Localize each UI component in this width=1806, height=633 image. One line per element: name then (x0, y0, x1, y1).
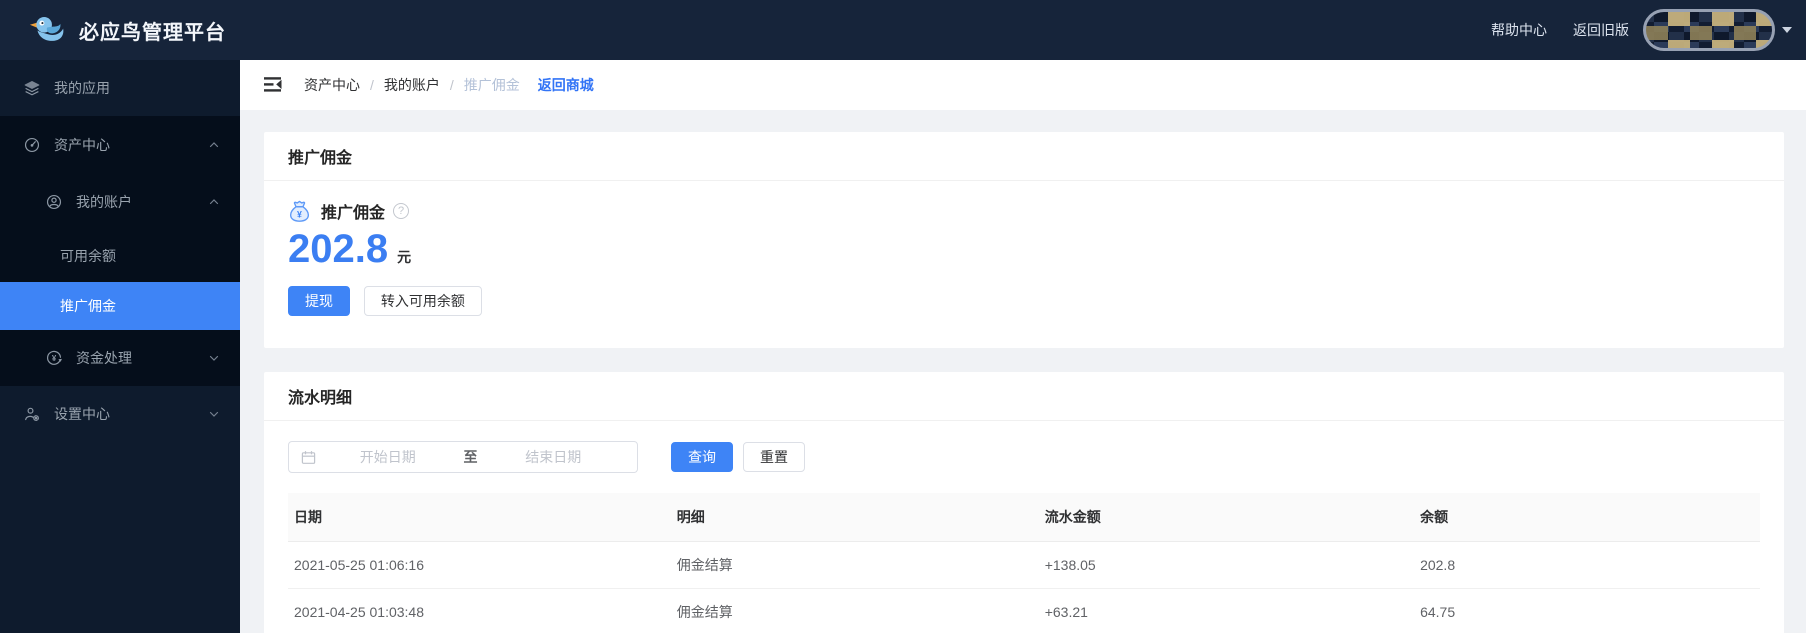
cell-flow-amount: +138.05 (1038, 541, 1415, 589)
user-gear-icon (22, 404, 42, 424)
user-circle-icon (44, 192, 64, 212)
sidebar-item-label: 设置中心 (54, 406, 110, 422)
flow-table: 日期 明细 流水金额 余额 2021-05-25 01:06:16 佣金结算 +… (288, 493, 1760, 633)
breadcrumb-separator: / (449, 77, 454, 93)
app-title: 必应鸟管理平台 (79, 21, 226, 44)
date-to-label: 至 (463, 449, 478, 465)
sidebar-item-label: 推广佣金 (60, 298, 116, 314)
page-content: 推广佣金 ¥ 推广佣金 ? 202.8 元 提现 转入可用余额 流水明细 开始日… (240, 110, 1806, 633)
back-to-old-link[interactable]: 返回旧版 (1573, 20, 1629, 40)
breadcrumb-asset-center[interactable]: 资产中心 (304, 75, 360, 95)
help-question-icon[interactable]: ? (393, 203, 410, 219)
svg-text:¥: ¥ (52, 354, 57, 363)
commission-unit: 元 (397, 249, 412, 265)
start-date-placeholder[interactable]: 开始日期 (316, 447, 460, 467)
sidebar-item-label: 我的应用 (54, 80, 110, 96)
money-bag-icon: ¥ (289, 200, 310, 222)
dashboard-icon (22, 135, 42, 155)
col-header-balance: 余额 (1414, 493, 1760, 542)
breadcrumb-my-account[interactable]: 我的账户 (384, 75, 440, 95)
chevron-down-icon (208, 352, 220, 364)
commission-panel-title: 推广佣金 (321, 205, 386, 222)
cell-balance: 64.75 (1414, 588, 1760, 633)
breadcrumb-separator: / (370, 77, 374, 93)
sidebar-item-my-apps[interactable]: 我的应用 (0, 60, 240, 116)
topbar-right: 帮助中心 返回旧版 (1465, 9, 1792, 51)
commission-card: 推广佣金 ¥ 推广佣金 ? 202.8 元 提现 转入可用余额 (264, 132, 1784, 348)
breadcrumb-bar: 资产中心 / 我的账户 / 推广佣金 返回商城 (240, 60, 1806, 110)
col-header-date: 日期 (288, 493, 671, 542)
chevron-down-icon (208, 408, 220, 420)
cell-flow-amount: +63.21 (1038, 588, 1415, 633)
back-to-mall-link[interactable]: 返回商城 (538, 75, 594, 95)
chevron-up-icon (208, 196, 220, 208)
user-menu-caret-icon[interactable] (1782, 27, 1792, 33)
yen-circle-icon: ¥ (44, 348, 64, 368)
breadcrumb-current-page: 推广佣金 (463, 77, 520, 93)
breadcrumb: 资产中心 / 我的账户 / 推广佣金 (304, 75, 520, 95)
flow-card-title: 流水明细 (264, 372, 1784, 421)
commission-amount: 202.8 (288, 227, 389, 271)
transfer-to-balance-button[interactable]: 转入可用余额 (363, 286, 482, 316)
sidebar-item-promo-commission[interactable]: 推广佣金 (0, 282, 240, 330)
cell-date: 2021-04-25 01:03:48 (288, 588, 671, 633)
cell-detail: 佣金结算 (670, 588, 1039, 633)
cell-date: 2021-05-25 01:06:16 (288, 541, 671, 589)
col-header-flow-amount: 流水金额 (1038, 493, 1415, 542)
sidebar-item-label: 我的账户 (76, 194, 132, 210)
sidebar-item-asset-center[interactable]: 资产中心 (0, 116, 240, 174)
cell-balance: 202.8 (1414, 541, 1760, 589)
sidebar: 我的应用 资产中心 我的账户 可用余额 推广佣金 ¥ 资金处理 设置中心 (0, 60, 240, 633)
cell-detail: 佣金结算 (670, 541, 1039, 589)
commission-card-title: 推广佣金 (264, 132, 1784, 181)
flow-filter-row: 开始日期 至 结束日期 查询 重置 (288, 441, 1760, 473)
col-header-detail: 明细 (670, 493, 1039, 542)
svg-text:¥: ¥ (297, 209, 302, 219)
flow-detail-card: 流水明细 开始日期 至 结束日期 查询 重置 日期 明细 流水金额 余额 202… (264, 372, 1784, 633)
menu-fold-icon[interactable] (264, 76, 284, 94)
sidebar-item-my-account[interactable]: 我的账户 (0, 174, 240, 230)
calendar-icon (301, 450, 316, 465)
table-header-row: 日期 明细 流水金额 余额 (288, 493, 1760, 542)
topbar: 必应鸟管理平台 帮助中心 返回旧版 (0, 0, 1806, 60)
sidebar-item-label: 资产中心 (54, 137, 110, 153)
asset-center-group: 资产中心 我的账户 可用余额 推广佣金 ¥ 资金处理 (0, 116, 240, 386)
sidebar-item-fund-processing[interactable]: ¥ 资金处理 (0, 330, 240, 386)
help-center-link[interactable]: 帮助中心 (1491, 20, 1547, 40)
search-button[interactable]: 查询 (671, 442, 733, 472)
user-account-blurred[interactable] (1643, 9, 1775, 51)
end-date-placeholder[interactable]: 结束日期 (482, 447, 626, 467)
sidebar-item-label: 可用余额 (60, 248, 116, 264)
layers-icon (22, 78, 42, 98)
date-range-input[interactable]: 开始日期 至 结束日期 (288, 441, 638, 473)
sidebar-item-available-balance[interactable]: 可用余额 (0, 230, 240, 282)
bird-logo-icon (29, 16, 64, 41)
table-row: 2021-05-25 01:06:16 佣金结算 +138.05 202.8 (288, 541, 1760, 589)
withdraw-button[interactable]: 提现 (288, 286, 350, 316)
sidebar-item-label: 资金处理 (76, 350, 132, 366)
chevron-up-icon (208, 139, 220, 151)
reset-button[interactable]: 重置 (743, 442, 805, 472)
table-row: 2021-04-25 01:03:48 佣金结算 +63.21 64.75 (288, 588, 1760, 633)
brand: 必应鸟管理平台 (28, 14, 226, 47)
sidebar-item-settings-center[interactable]: 设置中心 (0, 386, 240, 442)
